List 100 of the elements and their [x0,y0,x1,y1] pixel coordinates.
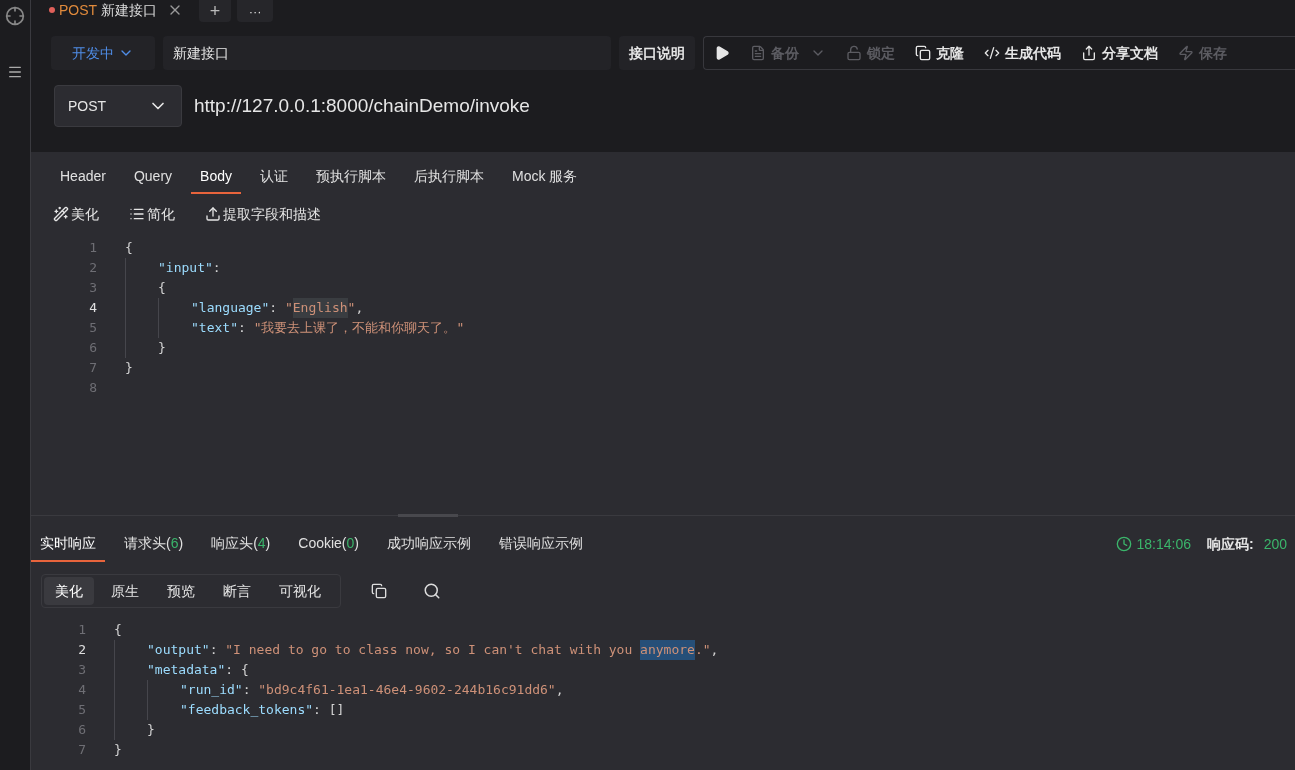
json-string: English [292,298,348,318]
copy-icon [915,45,931,61]
more-button[interactable]: ··· [237,0,274,22]
json-punctuation: : [] [313,701,345,719]
toolbar-button[interactable]: 生成代码 [984,42,1061,64]
toolbar-button[interactable]: 克隆 [915,42,964,64]
json-string: ." [694,641,711,659]
json-string: " [347,299,356,317]
json-punctuation: , [555,681,564,699]
response-viewer[interactable]: 1 { 2 "output": "I need to go to class now, so I can't chat with you anymore.", 3 "metadata": { 4 "run_id": "bd9c4f61-1ea1-46e4-9602-244b16c91dd6", 5 "feedback_tokens": [] 6 } 7 } [31,620,1295,770]
name-field[interactable]: 新建接口 [163,36,611,70]
line-number: 7 [77,741,87,760]
json-key: "feedback_tokens" [180,700,314,720]
json-string: "bd9c4f61-1ea1-46e4-9602-244b16c91dd6" [258,681,556,699]
wand-icon [53,206,69,222]
json-punctuation: : [269,299,279,317]
line-number: 2 [88,259,98,278]
line-number: 7 [88,359,98,378]
toolbar-button[interactable]: 分享文档 [1081,42,1158,64]
line-number: 5 [77,701,87,720]
response-tab[interactable]: 错误响应示例 [490,526,592,562]
request-tab[interactable]: POST 新建接口 [49,0,194,20]
line-number: 3 [88,279,98,298]
body-tool-button[interactable]: 提取字段和描述 [205,203,321,225]
line-number: 3 [77,661,87,680]
line-number: 1 [88,239,98,258]
response-time: 18:14:06 [1136,534,1191,554]
line-number: 5 [88,319,98,338]
selected-text: anymore [640,640,695,660]
json-punctuation: : [209,641,219,659]
url-field[interactable]: http://127.0.0.1:8000/chainDemo/invoke [194,91,530,121]
json-punctuation: , [355,299,364,317]
view-mode-tab[interactable]: 预览 [156,577,206,605]
json-string: "我要去上课了，不能和你聊天了。" [253,319,465,337]
line-number: 6 [77,721,87,740]
json-key: "metadata" [147,660,226,680]
status-code: 200 [1263,534,1287,554]
add-tab-button[interactable]: + [199,0,232,22]
json-punctuation: : [242,681,252,699]
line-number: 1 [77,621,87,640]
line-number: 2 [77,641,87,660]
request-section-tab[interactable]: 预执行脚本 [306,160,395,194]
play-icon [714,45,730,61]
menu-icon[interactable] [7,64,23,80]
response-tab[interactable]: 成功响应示例 [378,526,480,562]
copy-icon[interactable] [371,583,387,599]
json-key: "input" [158,258,213,278]
json-punctuation: : [237,319,247,337]
share-icon [1081,45,1097,61]
upload-icon [205,206,221,222]
request-section-tab[interactable]: Body [191,160,241,194]
document-icon [750,45,766,61]
view-mode-tab[interactable]: 可视化 [268,577,332,605]
json-string: "I need to go to class now, so I can't chat with you [225,641,634,659]
response-tab[interactable]: 请求头(6) [115,526,193,562]
json-key: "language" [191,298,270,318]
crosshair-icon[interactable] [5,6,25,26]
code-icon [984,45,1000,61]
view-mode-tab[interactable]: 断言 [212,577,262,605]
search-icon[interactable] [423,582,441,600]
list-icon [129,206,145,222]
json-punctuation: } [125,359,133,377]
status-dropdown[interactable]: 开发中 [51,36,155,70]
json-punctuation: { [114,621,122,639]
status-code-label: 响应码: [1206,534,1254,554]
body-tool-button[interactable]: 简化 [129,203,175,225]
response-tab[interactable]: Cookie(0) [289,526,368,562]
method-dropdown[interactable]: POST [54,85,182,127]
line-number: 6 [88,339,98,358]
json-punctuation: { [125,239,133,257]
json-punctuation: { [158,279,166,297]
json-key: "text" [191,318,238,338]
json-key: "run_id" [180,680,243,700]
body-tool-button[interactable]: 美化 [53,203,99,225]
json-punctuation: } [158,339,166,357]
request-section-tab[interactable]: Query [124,160,182,194]
json-punctuation: , [710,641,719,659]
run-button[interactable] [714,45,730,61]
unlock-icon [846,45,862,61]
json-punctuation: } [147,721,155,739]
line-number: 8 [88,379,98,398]
response-tab[interactable]: 实时响应 [31,526,105,562]
request-section-tab[interactable]: 后执行脚本 [404,160,493,194]
clock-icon [1116,536,1133,552]
request-section-tab[interactable]: Header [51,160,115,194]
doc-button[interactable]: 接口说明 [619,36,695,70]
json-string: " [284,299,293,317]
request-section-tab[interactable]: 认证 [250,160,297,194]
response-tab[interactable]: 响应头(4) [202,526,280,562]
json-punctuation: } [114,741,122,759]
lightning-icon [1178,45,1194,61]
view-mode-tab[interactable]: 美化 [44,577,94,605]
view-mode-tab[interactable]: 原生 [100,577,150,605]
json-key: "output" [147,640,210,660]
json-punctuation: : { [225,661,249,679]
body-editor[interactable]: 1 { 2 "input": 3 { 4 "language": "English", 5 "text": "我要去上课了，不能和你聊天了。" 6 } 7 } 8 [31,234,1295,516]
line-number: 4 [77,681,87,700]
request-section-tab[interactable]: Mock 服务 [502,160,587,194]
json-punctuation: : [212,259,221,277]
line-number: 4 [88,299,98,318]
